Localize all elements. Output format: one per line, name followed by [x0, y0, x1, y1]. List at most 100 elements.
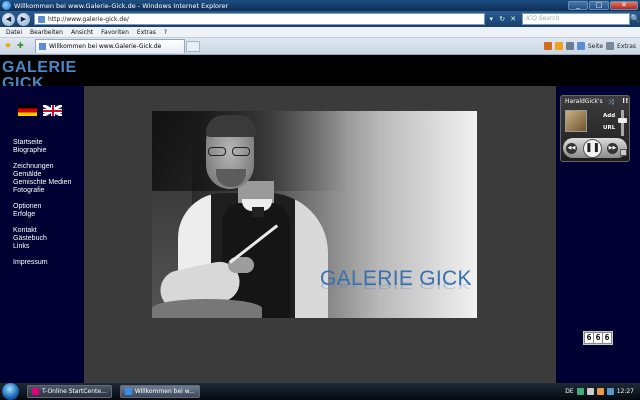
hero-caption-reflection: GALERIE GICK [320, 279, 472, 292]
shuffle-icon[interactable]: ⤨ [608, 98, 614, 107]
visitor-counter: 6 6 6 [583, 331, 613, 345]
nav-link-links[interactable]: Links [13, 243, 71, 251]
language-flags [18, 105, 62, 116]
pause-icon[interactable]: ❚❚ [583, 139, 602, 158]
address-row: ◀ ▶ http://www.galerie-gick.de/ ▾ ↻ ✕ IC… [0, 11, 640, 27]
tools-gear-icon [606, 42, 615, 50]
nav-link-zeichnungen[interactable]: Zeichnungen [13, 163, 71, 171]
previous-track-icon[interactable]: ◀◀ [566, 143, 577, 154]
german-flag-icon[interactable] [18, 105, 37, 116]
taskbar-button-t-online[interactable]: T-Online StartCente... [27, 385, 112, 398]
page-icon [37, 15, 45, 23]
tab-label: Willkommen bei www.Galerie-Gick.de [49, 43, 162, 50]
address-dropdown-icon[interactable]: ▾ [486, 13, 496, 25]
system-tray: DE 12:27 [565, 388, 634, 395]
address-field[interactable]: http://www.galerie-gick.de/ [33, 13, 486, 25]
tab-row: ★ ✚ Willkommen bei www.Galerie-Gick.de S… [0, 38, 640, 55]
volume-slider[interactable] [621, 110, 624, 136]
close-button[interactable]: ✕ [610, 1, 638, 10]
player-url-button[interactable]: URL [603, 125, 615, 131]
command-bar: Seite Extras [543, 42, 636, 50]
music-player-widget: HaraldGick's ⤨ !! Add URL ◀◀ ❚❚ ▶▶ [560, 95, 630, 162]
new-tab-button[interactable] [186, 40, 200, 52]
language-indicator[interactable]: DE [565, 388, 573, 395]
main-content: GALERIE GICK GALERIE GICK [84, 86, 556, 383]
counter-digit: 6 [594, 333, 602, 343]
tab-page-icon [39, 43, 46, 50]
menu-datei[interactable]: Datei [6, 29, 22, 36]
internet-explorer-icon [124, 388, 132, 395]
feeds-icon[interactable] [554, 42, 563, 50]
menu-extras[interactable]: Extras [137, 29, 156, 36]
volume-knob[interactable] [618, 118, 627, 123]
nav-group: Zeichnungen Gemälde Gemischte Medien Fotogr… [13, 163, 71, 195]
nav-link-erfolge[interactable]: Erfolge [13, 211, 71, 219]
site-navigation: Startseite Biographie Zeichnungen Gemälde Ge… [13, 139, 71, 275]
nav-group: Kontakt Gästebuch Links [13, 227, 71, 251]
window-titlebar: Willkommen bei www.Galerie-Gick.de - Win… [0, 0, 640, 11]
clock[interactable]: 12:27 [617, 388, 634, 395]
refresh-icon[interactable]: ↻ [497, 13, 507, 25]
right-sidebar: HaraldGick's ⤨ !! Add URL ◀◀ ❚❚ ▶▶ 6 6 6 [556, 86, 640, 383]
nav-link-startseite[interactable]: Startseite [13, 139, 71, 147]
window-title: Willkommen bei www.Galerie-Gick.de - Win… [14, 1, 229, 10]
taskbar-label: Willkommen bei w... [134, 388, 195, 395]
nav-link-gästebuch[interactable]: Gästebuch [13, 235, 71, 243]
t-online-icon [32, 388, 39, 395]
nav-link-impressum[interactable]: Impressum [13, 259, 71, 267]
minimize-button[interactable]: _ [568, 1, 588, 10]
web-page: GALERIE GICK GALERIE GICK StartseiteBiog… [0, 55, 640, 383]
search-input[interactable]: ICQ Search [522, 13, 631, 25]
start-button[interactable] [2, 383, 19, 400]
network-icon[interactable] [576, 388, 584, 395]
nav-link-kontakt[interactable]: Kontakt [13, 227, 71, 235]
nav-group: Optionen Erfolge [13, 203, 71, 219]
menu-bar: Datei Bearbeiten Ansicht Favoriten Extra… [0, 27, 640, 38]
home-icon[interactable] [543, 42, 552, 50]
search-icon[interactable]: 🔍 [630, 13, 640, 25]
site-header: GALERIE GICK GALERIE GICK [0, 55, 640, 102]
player-add-button[interactable]: Add [603, 113, 615, 119]
player-menu-button[interactable] [620, 149, 627, 156]
menu-ansicht[interactable]: Ansicht [71, 29, 93, 36]
back-button[interactable]: ◀ [2, 12, 15, 26]
player-title: HaraldGick's [565, 98, 603, 105]
nav-group: Startseite Biographie [13, 139, 71, 155]
forward-button[interactable]: ▶ [16, 12, 30, 26]
more-icon[interactable]: !! [622, 97, 628, 105]
nav-group: Impressum [13, 259, 71, 267]
nav-link-biographie[interactable]: Biographie [13, 147, 71, 155]
internet-explorer-icon [2, 1, 11, 10]
left-sidebar: Startseite Biographie Zeichnungen Gemälde Ge… [0, 86, 84, 383]
menu-help[interactable]: ? [164, 29, 167, 36]
window-controls: _ □ ✕ [568, 1, 638, 10]
address-url[interactable]: http://www.galerie-gick.de/ [48, 16, 129, 23]
nav-link-gemischte-medien[interactable]: Gemischte Medien [13, 179, 71, 187]
nav-link-fotografie[interactable]: Fotografie [13, 187, 71, 195]
counter-digit: 6 [603, 333, 611, 343]
security-icon[interactable] [596, 388, 604, 395]
windows-taskbar: T-Online StartCente... Willkommen bei w.… [0, 383, 640, 400]
print-icon[interactable] [565, 42, 574, 50]
tools-menu[interactable]: Extras [617, 43, 636, 50]
tray-app-icon[interactable] [606, 388, 614, 395]
tab-galerie-gick[interactable]: Willkommen bei www.Galerie-Gick.de [35, 39, 185, 53]
nav-link-gemälde[interactable]: Gemälde [13, 171, 71, 179]
taskbar-button-ie[interactable]: Willkommen bei w... [119, 385, 200, 398]
nav-link-optionen[interactable]: Optionen [13, 203, 71, 211]
volume-icon[interactable] [586, 388, 594, 395]
taskbar-label: T-Online StartCente... [42, 388, 107, 395]
menu-bearbeiten[interactable]: Bearbeiten [30, 29, 63, 36]
counter-digit: 6 [585, 333, 593, 343]
menu-favoriten[interactable]: Favoriten [101, 29, 129, 36]
site-logo[interactable]: GALERIE GICK GALERIE GICK [2, 60, 112, 102]
page-menu-icon [576, 42, 585, 50]
uk-flag-icon[interactable] [43, 105, 62, 116]
maximize-button[interactable]: □ [589, 1, 609, 10]
stop-icon[interactable]: ✕ [508, 13, 518, 25]
page-menu[interactable]: Seite [588, 43, 603, 50]
add-favorite-icon[interactable]: ✚ [17, 41, 27, 51]
favorites-star-icon[interactable]: ★ [4, 41, 14, 51]
hero-image: GALERIE GICK GALERIE GICK [152, 111, 477, 318]
next-track-icon[interactable]: ▶▶ [607, 143, 618, 154]
